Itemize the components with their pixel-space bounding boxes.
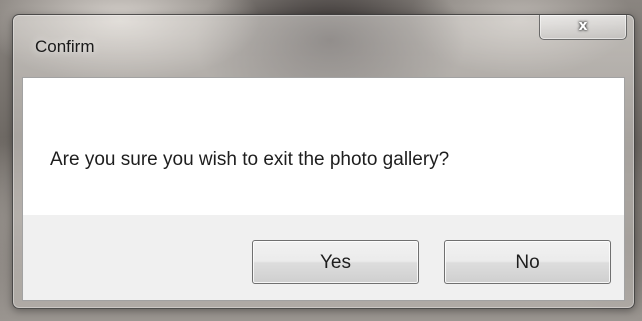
dialog-titlebar[interactable]: Confirm x bbox=[13, 15, 634, 77]
confirm-dialog: Confirm x Are you sure you wish to exit … bbox=[12, 14, 635, 309]
dialog-title: Confirm bbox=[35, 37, 95, 56]
yes-button[interactable]: Yes bbox=[252, 240, 419, 284]
dialog-client-area: Are you sure you wish to exit the photo … bbox=[22, 77, 625, 301]
close-button[interactable]: x bbox=[539, 15, 627, 40]
message-area: Are you sure you wish to exit the photo … bbox=[23, 78, 624, 215]
close-icon: x bbox=[578, 18, 588, 34]
dialog-message: Are you sure you wish to exit the photo … bbox=[50, 149, 450, 170]
button-area: Yes No bbox=[23, 215, 624, 300]
no-button[interactable]: No bbox=[444, 240, 611, 284]
